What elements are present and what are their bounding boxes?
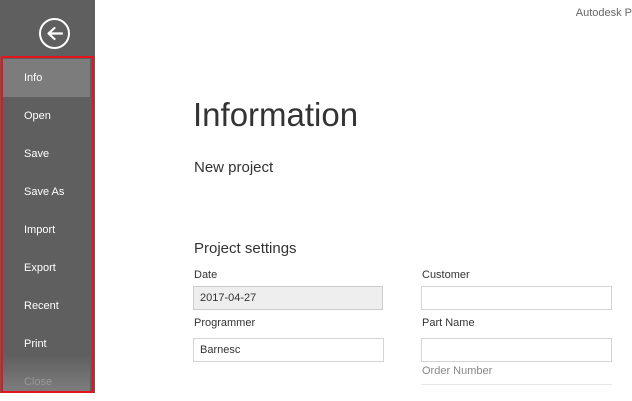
customer-label: Customer: [422, 269, 470, 281]
section-title-project-settings: Project settings: [194, 240, 297, 257]
arrow-left-icon: [47, 26, 63, 41]
order-number-field-edge: [421, 384, 612, 385]
nav-item-open[interactable]: Open: [3, 97, 90, 135]
nav-item-import[interactable]: Import: [3, 211, 90, 249]
nav-item-recent[interactable]: Recent: [3, 287, 90, 325]
nav-item-export[interactable]: Export: [3, 249, 90, 287]
nav-item-close[interactable]: Close: [3, 363, 90, 401]
back-button[interactable]: [39, 18, 70, 49]
page-title: Information: [193, 96, 359, 133]
nav-item-save-as[interactable]: Save As: [3, 173, 90, 211]
part-name-field[interactable]: [421, 338, 612, 362]
backstage-nav: Info Open Save Save As Import Export Rec…: [3, 59, 90, 401]
project-name: New project: [194, 159, 274, 176]
nav-item-save[interactable]: Save: [3, 135, 90, 173]
order-number-label: Order Number: [422, 365, 493, 377]
nav-item-print[interactable]: Print: [3, 325, 90, 363]
customer-field[interactable]: [421, 286, 612, 310]
date-label: Date: [194, 269, 218, 281]
programmer-label: Programmer: [194, 317, 256, 329]
nav-item-info[interactable]: Info: [3, 59, 90, 97]
date-field: [193, 286, 383, 310]
part-name-label: Part Name: [422, 317, 475, 329]
programmer-field[interactable]: [193, 338, 384, 362]
app-title: Autodesk P: [575, 7, 632, 19]
backstage-sidebar: Info Open Save Save As Import Export Rec…: [0, 0, 95, 393]
